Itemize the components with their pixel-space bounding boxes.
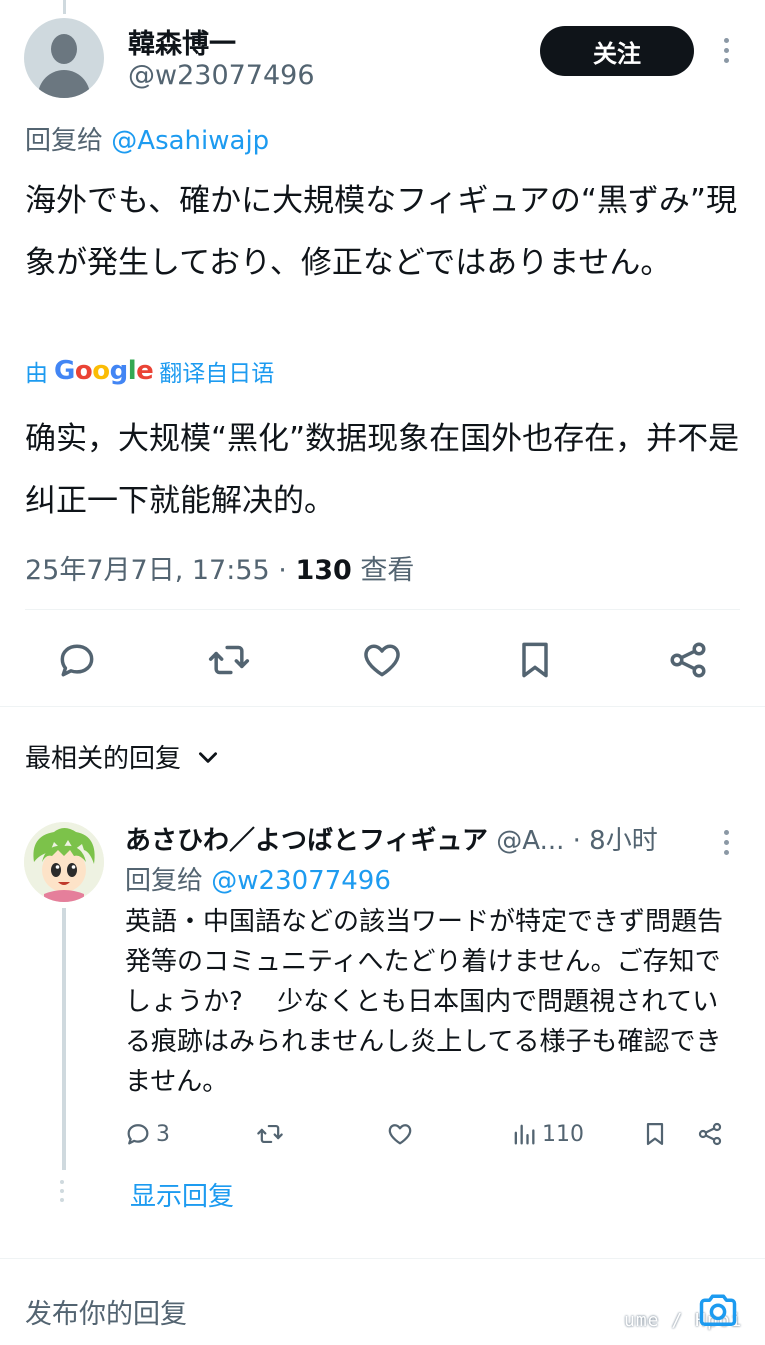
bookmark-button[interactable] <box>513 638 557 682</box>
section-divider <box>0 706 765 707</box>
reply-like-button[interactable] <box>386 1120 414 1148</box>
translation-attribution[interactable]: 由 Google 翻译自日语 <box>25 354 274 388</box>
bookmark-icon <box>646 1122 664 1146</box>
more-options-button[interactable] <box>712 34 740 68</box>
author-handle[interactable]: @w23077496 <box>128 60 315 91</box>
view-label: 查看 <box>351 555 415 586</box>
thread-continuation-dots <box>60 1180 64 1202</box>
reply-count: 3 <box>156 1121 170 1147</box>
reply-to-prefix: 回复给 <box>125 866 204 896</box>
like-icon <box>388 1124 412 1145</box>
reply-more-options-button[interactable] <box>712 826 740 860</box>
reply-author-row: あさひわ／よつばとフィギュア @A... · 8小时 <box>125 820 705 857</box>
google-logo: Google <box>54 356 154 386</box>
share-icon <box>698 1122 722 1146</box>
reply-author-name[interactable]: あさひわ／よつばとフィギュア <box>125 826 488 856</box>
tweet-text: 海外でも、確かに大規模なフィギュアの“黒ずみ”現象が発生しており、修正などではあ… <box>25 183 737 281</box>
avatar[interactable] <box>24 18 104 98</box>
share-button[interactable] <box>666 638 710 682</box>
analytics-icon <box>514 1124 535 1145</box>
like-button[interactable] <box>360 638 404 682</box>
retweet-icon <box>208 645 250 675</box>
reply-bookmark-button[interactable] <box>641 1120 669 1148</box>
compose-divider <box>0 1258 765 1259</box>
bookmark-icon <box>522 642 548 678</box>
show-replies-link[interactable]: 显示回复 <box>130 1176 234 1213</box>
author-display-name[interactable]: 韓森博一 <box>128 22 236 61</box>
more-icon <box>712 826 740 855</box>
reply-sort-selector[interactable]: 最相关的回复 <box>25 738 221 775</box>
reply-to-mention[interactable]: @Asahiwajp <box>111 126 269 156</box>
figure-avatar-image <box>24 822 104 902</box>
like-icon <box>364 644 400 677</box>
camera-button[interactable] <box>696 1288 740 1332</box>
reply-action-bar: 3 110 <box>0 1114 765 1154</box>
reply-text: 英語・中国語などの該当ワードが特定できず問題告発等のコミュニティへたどり着けませ… <box>125 907 724 1097</box>
reply-share-button[interactable] <box>696 1120 724 1148</box>
follow-button[interactable]: 关注 <box>540 26 694 76</box>
reply-to-prefix: 回复给 <box>25 126 104 156</box>
reply-time[interactable]: · 8小时 <box>564 826 658 856</box>
translate-prefix: 由 <box>25 361 48 387</box>
camera-icon <box>699 1294 737 1327</box>
reply-view-count: 110 <box>542 1121 584 1147</box>
reply-reply-button[interactable]: 3 <box>124 1120 170 1148</box>
reply-retweet-button[interactable] <box>256 1120 284 1148</box>
reply-button[interactable] <box>55 638 99 682</box>
more-icon <box>712 34 740 63</box>
avatar-head-shape <box>51 34 77 64</box>
divider <box>25 609 740 610</box>
avatar-shoulders-shape <box>38 70 90 98</box>
chevron-down-icon <box>199 751 218 763</box>
share-icon <box>670 642 706 678</box>
reply-icon <box>127 1124 149 1145</box>
compose-reply-input[interactable]: 发布你的回复 <box>25 1292 187 1331</box>
reply-avatar[interactable] <box>24 822 104 902</box>
retweet-button[interactable] <box>207 638 251 682</box>
translated-text: 确实，大规模“黑化”数据现象在国外也存在，并不是纠正一下就能解决的。 <box>25 421 740 519</box>
sort-label: 最相关的回复 <box>25 744 182 774</box>
reply-to-line: 回复给 @Asahiwajp <box>25 120 269 157</box>
reply-to-mention[interactable]: @w23077496 <box>211 866 391 896</box>
view-count: 130 <box>295 555 352 586</box>
tweet-action-bar <box>0 630 765 690</box>
translate-suffix: 翻译自日语 <box>159 361 275 387</box>
tweet-meta: 25年7月7日, 17:55 · 130 查看 <box>25 548 414 587</box>
timestamp[interactable]: 25年7月7日, 17:55 · <box>25 555 295 586</box>
reply-reply-to-line: 回复给 @w23077496 <box>125 860 391 897</box>
retweet-icon <box>257 1124 283 1144</box>
reply-author-handle[interactable]: @A... <box>496 826 564 856</box>
reply-analytics-button[interactable]: 110 <box>510 1120 584 1148</box>
reply-icon <box>60 644 94 677</box>
thread-connector-top <box>63 0 66 14</box>
